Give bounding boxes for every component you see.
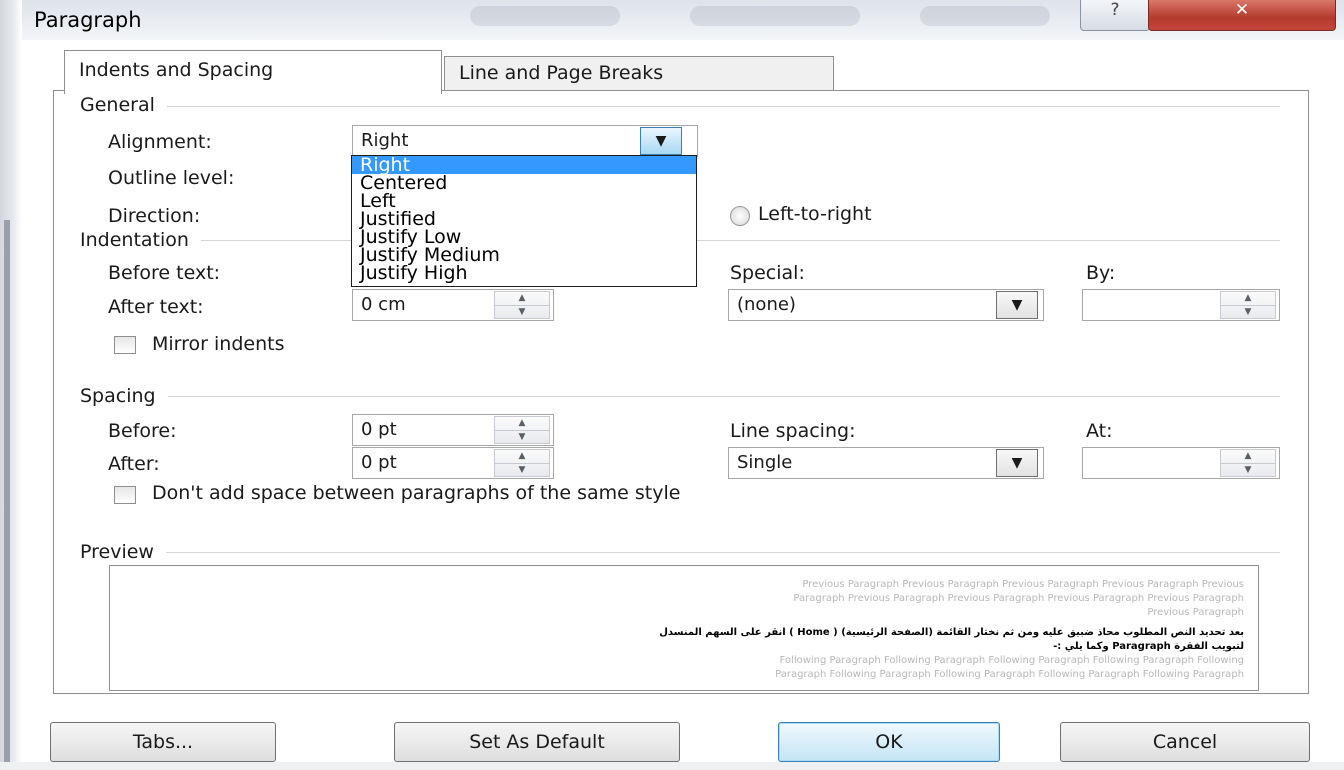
dont-add-space-checkbox[interactable] [114, 486, 136, 504]
spin-down-icon[interactable]: ▼ [495, 305, 549, 319]
preview-previous-paragraph: Previous Paragraph Previous Paragraph Pr… [802, 579, 1244, 590]
preview-box: Previous Paragraph Previous Paragraph Pr… [109, 565, 1259, 691]
left-to-right-radio[interactable] [730, 206, 750, 226]
at-label: At: [1086, 420, 1113, 442]
group-title-general: General [80, 94, 167, 116]
alignment-dropdown-button[interactable]: ▼ [640, 127, 682, 155]
at-spinner[interactable]: ▲ ▼ [1220, 449, 1276, 477]
preview-previous-paragraph: Previous Paragraph [1147, 607, 1244, 618]
spin-up-icon[interactable]: ▲ [495, 292, 549, 305]
help-button[interactable]: ? [1080, 0, 1150, 31]
group-title-indentation: Indentation [80, 229, 201, 251]
group-divider [80, 106, 1280, 107]
left-to-right-label: Left-to-right [758, 203, 872, 225]
before-text-label: Before text: [108, 262, 221, 284]
window-frame-bottom [0, 762, 1344, 770]
cancel-button[interactable]: Cancel [1060, 722, 1310, 762]
direction-label: Direction: [108, 205, 201, 227]
title-bar-glare [690, 6, 860, 26]
spacing-before-spinner[interactable]: ▲ ▼ [494, 416, 550, 444]
special-value: (none) [737, 294, 796, 315]
group-title-preview: Preview [80, 541, 166, 563]
tab-label: Line and Page Breaks [459, 62, 664, 84]
title-bar-glare [920, 6, 1050, 26]
line-spacing-value: Single [737, 452, 793, 473]
special-dropdown-button[interactable]: ▼ [996, 291, 1038, 319]
title-bar-glare [470, 6, 620, 26]
spin-up-icon[interactable]: ▲ [1221, 292, 1275, 305]
dont-add-space-label: Don't add space between paragraphs of th… [152, 482, 681, 504]
tab-indents-and-spacing[interactable]: Indents and Spacing [64, 50, 442, 94]
line-spacing-label: Line spacing: [730, 420, 856, 442]
alignment-dropdown-list: Right Centered Left Justified Justify Lo… [351, 155, 697, 287]
spacing-after-spinner[interactable]: ▲ ▼ [494, 449, 550, 477]
spin-down-icon[interactable]: ▼ [1221, 463, 1275, 477]
spin-down-icon[interactable]: ▼ [495, 463, 549, 477]
preview-following-paragraph: Paragraph Following Paragraph Following … [775, 669, 1244, 680]
after-text-spinner[interactable]: ▲ ▼ [494, 291, 550, 319]
alignment-label: Alignment: [108, 131, 212, 153]
chevron-down-icon: ▼ [655, 133, 667, 149]
tabs-button[interactable]: Tabs... [50, 722, 276, 762]
tab-line-and-page-breaks[interactable]: Line and Page Breaks [444, 56, 834, 92]
group-divider [80, 396, 1280, 397]
by-label: By: [1086, 262, 1116, 284]
line-spacing-dropdown-button[interactable]: ▼ [996, 449, 1038, 477]
mirror-indents-checkbox[interactable] [114, 336, 136, 354]
preview-previous-paragraph: Paragraph Previous Paragraph Previous Pa… [793, 593, 1244, 604]
chevron-down-icon: ▼ [1011, 297, 1023, 313]
group-divider [80, 552, 1280, 553]
after-text-value: 0 cm [361, 294, 406, 315]
alignment-option-justify-high[interactable]: Justify High [352, 264, 696, 283]
preview-following-paragraph: Following Paragraph Following Paragraph … [779, 655, 1244, 666]
spacing-after-value: 0 pt [361, 452, 397, 473]
window-title: Paragraph [34, 8, 142, 32]
set-as-default-button[interactable]: Set As Default [394, 722, 680, 762]
close-icon: ✕ [1234, 0, 1250, 20]
by-spinner[interactable]: ▲ ▼ [1220, 291, 1276, 319]
window-frame-edge [4, 220, 10, 770]
special-label: Special: [730, 262, 805, 284]
spin-up-icon[interactable]: ▲ [495, 417, 549, 430]
spacing-before-value: 0 pt [361, 419, 397, 440]
outline-level-label: Outline level: [108, 167, 235, 189]
preview-sample-text: لتبويب الفقرة Paragraph وكما يلي :- [1053, 641, 1244, 652]
spacing-before-label: Before: [108, 420, 177, 442]
spacing-after-label: After: [108, 453, 160, 475]
mirror-indents-label: Mirror indents [152, 333, 285, 355]
help-icon: ? [1110, 0, 1120, 20]
preview-sample-text: بعد تحديد النص المطلوب محاذ ضبيق عليه وم… [659, 627, 1244, 638]
chevron-down-icon: ▼ [1011, 455, 1023, 471]
spin-up-icon[interactable]: ▲ [1221, 450, 1275, 463]
spin-down-icon[interactable]: ▼ [495, 430, 549, 444]
spin-down-icon[interactable]: ▼ [1221, 305, 1275, 319]
after-text-label: After text: [108, 296, 204, 318]
tab-label: Indents and Spacing [79, 59, 274, 81]
spin-up-icon[interactable]: ▲ [495, 450, 549, 463]
close-button[interactable]: ✕ [1148, 0, 1336, 31]
group-title-spacing: Spacing [80, 385, 168, 407]
alignment-value: Right [361, 130, 409, 151]
ok-button[interactable]: OK [778, 722, 1000, 762]
alignment-option-centered[interactable]: Centered [352, 174, 696, 193]
